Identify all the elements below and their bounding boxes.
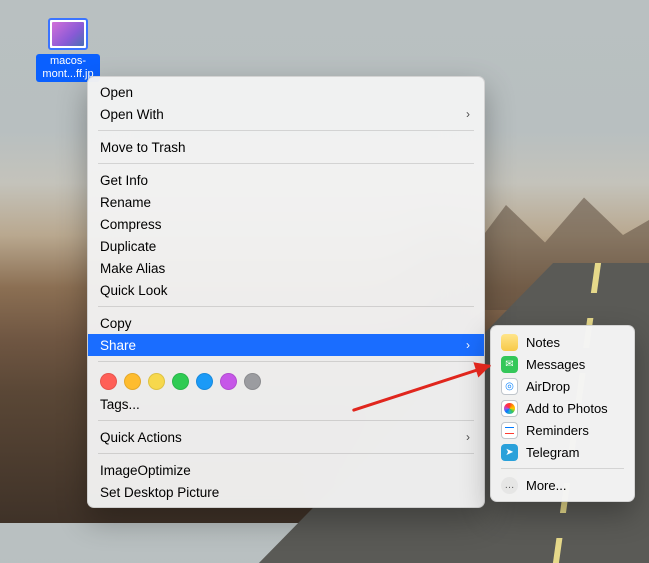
share-item-label: Messages [526, 357, 585, 372]
menu-item-label: Open [100, 85, 133, 100]
menu-item-set-desktop-picture[interactable]: Set Desktop Picture [88, 481, 484, 503]
photos-icon [501, 400, 518, 417]
share-item-label: Add to Photos [526, 401, 608, 416]
menu-item-label: Rename [100, 195, 151, 210]
menu-item-tags[interactable]: Tags... [88, 393, 484, 415]
menu-item-label: Quick Look [100, 283, 168, 298]
tag-color-swatch[interactable] [148, 373, 165, 390]
menu-separator [98, 130, 474, 131]
tag-color-swatch[interactable] [244, 373, 261, 390]
menu-item-duplicate[interactable]: Duplicate [88, 235, 484, 257]
menu-item-quick-actions[interactable]: Quick Actions › [88, 426, 484, 448]
share-item-add-to-photos[interactable]: Add to Photos [491, 397, 634, 419]
menu-item-label: Duplicate [100, 239, 156, 254]
menu-item-label: Set Desktop Picture [100, 485, 219, 500]
menu-item-label: Get Info [100, 173, 148, 188]
menu-item-open-with[interactable]: Open With › [88, 103, 484, 125]
share-item-more[interactable]: … More... [491, 474, 634, 496]
menu-separator [98, 420, 474, 421]
menu-item-label: ImageOptimize [100, 463, 191, 478]
menu-item-label: Move to Trash [100, 140, 186, 155]
chevron-right-icon: › [466, 430, 470, 444]
menu-item-label: Share [100, 338, 136, 353]
menu-item-imageoptimize[interactable]: ImageOptimize [88, 459, 484, 481]
share-submenu: Notes ✉ Messages ◎ AirDrop Add to Photos Remin… [490, 325, 635, 502]
context-menu: Open Open With › Move to Trash Get Info Renam… [87, 76, 485, 508]
menu-item-label: Copy [100, 316, 132, 331]
menu-item-compress[interactable]: Compress [88, 213, 484, 235]
tag-color-swatch[interactable] [100, 373, 117, 390]
share-item-label: AirDrop [526, 379, 570, 394]
tag-color-swatch[interactable] [220, 373, 237, 390]
menu-separator [98, 453, 474, 454]
reminders-icon [501, 422, 518, 439]
share-item-airdrop[interactable]: ◎ AirDrop [491, 375, 634, 397]
telegram-icon: ➤ [501, 444, 518, 461]
tag-color-swatch[interactable] [124, 373, 141, 390]
menu-separator [98, 361, 474, 362]
menu-item-open[interactable]: Open [88, 81, 484, 103]
menu-separator [98, 306, 474, 307]
share-item-reminders[interactable]: Reminders [491, 419, 634, 441]
menu-item-make-alias[interactable]: Make Alias [88, 257, 484, 279]
share-item-notes[interactable]: Notes [491, 331, 634, 353]
share-item-telegram[interactable]: ➤ Telegram [491, 441, 634, 463]
more-icon: … [501, 477, 518, 494]
menu-item-label: Quick Actions [100, 430, 182, 445]
menu-item-label: Open With [100, 107, 164, 122]
share-item-label: Telegram [526, 445, 579, 460]
menu-item-copy[interactable]: Copy [88, 312, 484, 334]
share-item-label: Reminders [526, 423, 589, 438]
menu-item-label: Tags... [100, 397, 140, 412]
menu-item-label: Make Alias [100, 261, 165, 276]
chevron-right-icon: › [466, 338, 470, 352]
file-thumbnail-icon [48, 18, 88, 50]
share-item-messages[interactable]: ✉ Messages [491, 353, 634, 375]
chevron-right-icon: › [466, 107, 470, 121]
tags-row [88, 367, 484, 393]
notes-icon [501, 334, 518, 351]
tag-color-swatch[interactable] [172, 373, 189, 390]
tag-color-swatch[interactable] [196, 373, 213, 390]
desktop-file[interactable]: macos-mont...ff.jp [36, 18, 100, 82]
menu-item-share[interactable]: Share › [88, 334, 484, 356]
airdrop-icon: ◎ [501, 378, 518, 395]
menu-separator [98, 163, 474, 164]
menu-item-label: Compress [100, 217, 162, 232]
menu-item-get-info[interactable]: Get Info [88, 169, 484, 191]
menu-item-move-to-trash[interactable]: Move to Trash [88, 136, 484, 158]
submenu-separator [501, 468, 624, 469]
share-item-label: More... [526, 478, 566, 493]
share-item-label: Notes [526, 335, 560, 350]
messages-icon: ✉ [501, 356, 518, 373]
menu-item-rename[interactable]: Rename [88, 191, 484, 213]
menu-item-quick-look[interactable]: Quick Look [88, 279, 484, 301]
